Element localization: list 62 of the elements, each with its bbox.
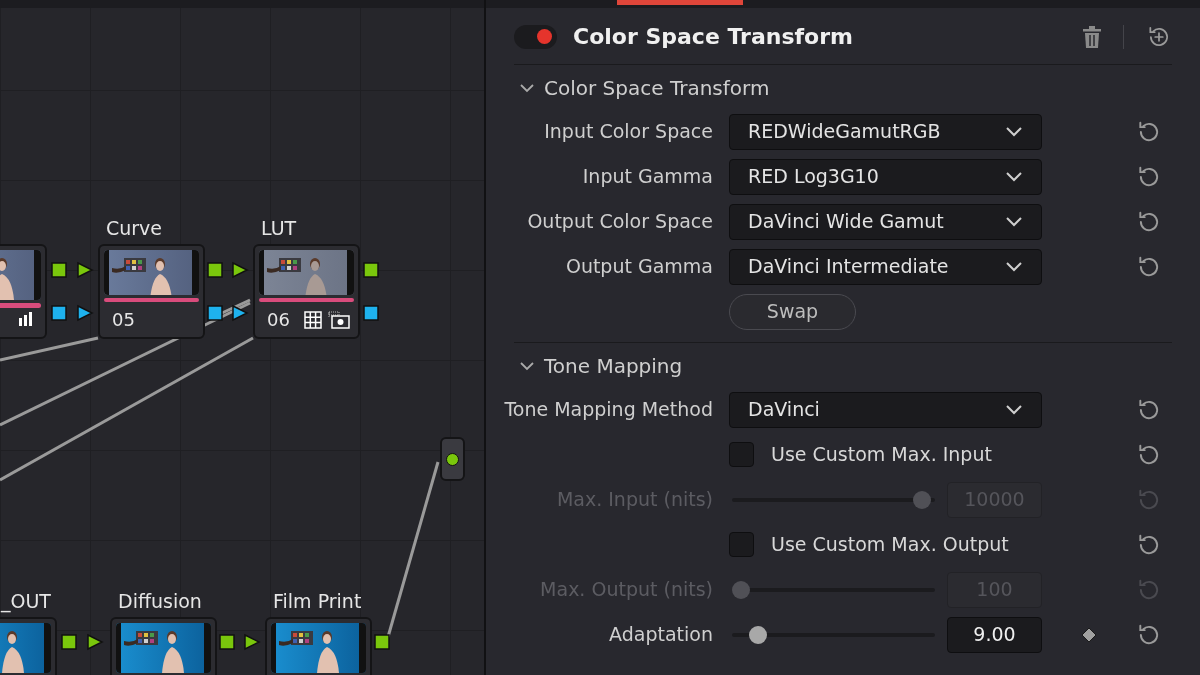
dropdown[interactable]: RED Log3G10	[729, 158, 1042, 195]
trash-icon[interactable]	[1083, 25, 1101, 48]
output-port-icon[interactable]	[219, 634, 235, 650]
dropdown[interactable]: DaVinci	[729, 391, 1042, 428]
node-label: _OUT	[1, 589, 51, 615]
input-arrow-icon[interactable]	[77, 304, 94, 322]
chevron-down-icon	[1005, 170, 1023, 183]
chevron-down-icon	[1005, 403, 1023, 416]
matte-icon	[327, 310, 350, 329]
slider[interactable]	[732, 490, 935, 509]
checkbox-option[interactable]: Use Custom Max. Input	[729, 440, 1042, 469]
input-arrow-icon[interactable]	[232, 304, 249, 322]
output-port-icon[interactable]	[51, 262, 67, 278]
checkbox-option[interactable]: Use Custom Max. Output	[729, 530, 1042, 559]
output-port-icon[interactable]	[61, 634, 77, 650]
output-port-icon[interactable]	[207, 305, 223, 321]
output-port-icon[interactable]	[363, 305, 379, 321]
chevron-down-icon	[519, 360, 535, 372]
node[interactable]: 06	[253, 244, 360, 339]
node[interactable]: 05	[98, 244, 205, 339]
node-label: Diffusion	[118, 589, 202, 614]
swap-button[interactable]: Swap	[729, 293, 856, 330]
input-arrow-icon[interactable]	[232, 261, 249, 279]
chevron-down-icon	[519, 82, 535, 94]
dropdown[interactable]: DaVinci Wide Gamut	[729, 203, 1042, 240]
field-label: Output Color Space	[527, 209, 713, 235]
slider[interactable]	[732, 625, 935, 644]
field-label: Input Color Space	[544, 119, 713, 145]
field-label: Tone Mapping Method	[504, 397, 713, 423]
field-label: Input Gamma	[582, 164, 713, 190]
node-label: Curve	[106, 216, 163, 241]
output-port-icon[interactable]	[374, 634, 390, 650]
field-label: Output Gamma	[565, 254, 713, 280]
keyframe-diamond-icon[interactable]	[1081, 626, 1097, 643]
output-port-icon[interactable]	[363, 262, 379, 278]
checkbox[interactable]	[729, 532, 754, 557]
output-node[interactable]	[440, 437, 465, 481]
panel-title: Color Space Transform	[573, 23, 853, 51]
section-header[interactable]: Color Space Transform	[514, 65, 770, 111]
node-number: 05	[112, 308, 135, 332]
input-arrow-icon[interactable]	[77, 261, 94, 279]
slider[interactable]	[732, 580, 935, 599]
output-port-icon[interactable]	[207, 262, 223, 278]
chevron-down-icon	[1005, 215, 1023, 228]
input-arrow-icon[interactable]	[244, 633, 261, 651]
checkbox[interactable]	[729, 442, 754, 467]
chevron-down-icon	[1005, 125, 1023, 138]
dropdown[interactable]: DaVinci Intermediate	[729, 248, 1042, 285]
bar-chart-icon	[19, 312, 33, 326]
grid-icon	[303, 310, 322, 329]
slider-thumb[interactable]	[748, 625, 767, 644]
toggle-switch[interactable]	[514, 24, 557, 49]
value-field[interactable]: 9.00	[946, 616, 1042, 653]
section-header[interactable]: Tone Mapping	[514, 343, 683, 389]
input-arrow-icon[interactable]	[87, 633, 104, 651]
chevron-down-icon	[1005, 260, 1023, 273]
node-number: 06	[267, 308, 290, 332]
node-label: Film Print	[273, 589, 362, 614]
field-label: Adaptation	[609, 622, 713, 648]
output-port-icon[interactable]	[51, 305, 67, 321]
node-label: LUT	[261, 216, 297, 241]
dropdown[interactable]: REDWideGamutRGB	[729, 113, 1042, 150]
